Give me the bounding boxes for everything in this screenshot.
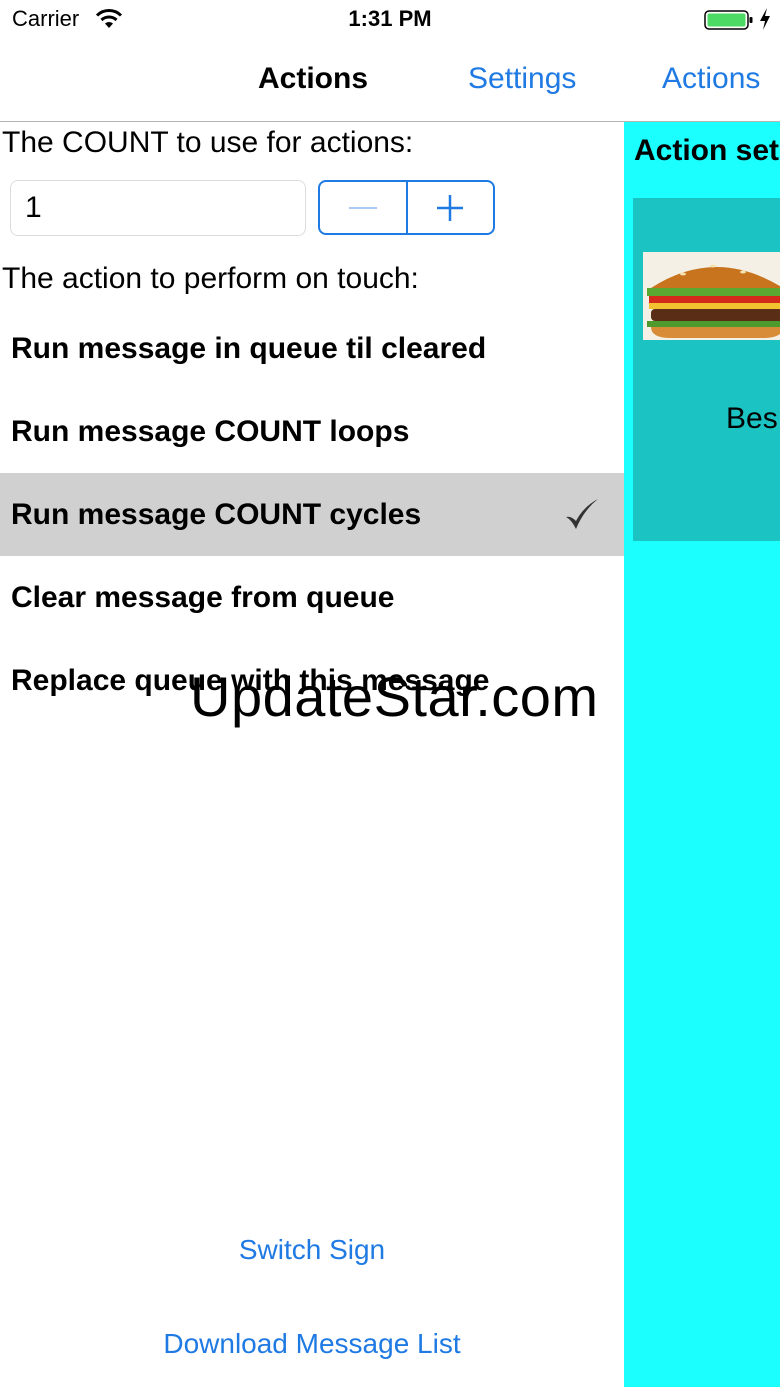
action-item-label: Run message COUNT loops (11, 414, 410, 448)
action-item-label: Run message in queue til cleared (11, 331, 487, 365)
increment-button[interactable] (405, 182, 494, 233)
navigation-bar: Actions Settings Actions (0, 40, 780, 122)
status-bar: Carrier 1:31 PM (0, 0, 780, 40)
action-item-run-count-loops[interactable]: Run message COUNT loops (0, 390, 624, 473)
minus-icon (348, 206, 377, 209)
battery-icon (704, 10, 753, 30)
actions-panel: The COUNT to use for actions: 1 The acti… (0, 122, 624, 1387)
switch-sign-button[interactable]: Switch Sign (0, 1234, 624, 1266)
action-item-run-until-cleared[interactable]: Run message in queue til cleared (0, 307, 624, 390)
settings-button[interactable]: Settings (468, 62, 576, 96)
action-list: Run message in queue til cleared Run mes… (0, 307, 624, 722)
nav-title: Actions (258, 62, 369, 95)
burger-image (643, 252, 780, 340)
charging-bolt-icon (760, 8, 770, 30)
action-label: The action to perform on touch: (2, 262, 419, 295)
action-set-title: Action set (634, 134, 780, 167)
actions-button[interactable]: Actions (662, 62, 760, 96)
watermark: UpdateStar.com (190, 665, 599, 728)
count-field[interactable]: 1 (10, 180, 306, 236)
message-preview-text: Bes (726, 402, 778, 435)
count-label: The COUNT to use for actions: (2, 126, 414, 159)
decrement-button[interactable] (320, 182, 406, 233)
clock: 1:31 PM (348, 6, 432, 31)
plus-icon (437, 194, 464, 221)
action-item-label: Run message COUNT cycles (11, 497, 422, 531)
download-message-list-button[interactable]: Download Message List (0, 1328, 624, 1360)
checkmark-icon (566, 499, 598, 529)
count-stepper (318, 180, 495, 235)
action-item-clear-message[interactable]: Clear message from queue (0, 556, 624, 639)
message-preview-card[interactable]: Bes (633, 198, 780, 541)
action-item-run-count-cycles[interactable]: Run message COUNT cycles (0, 473, 624, 556)
action-set-panel: Action set Bes (624, 122, 780, 1387)
action-item-label: Clear message from queue (11, 580, 395, 614)
